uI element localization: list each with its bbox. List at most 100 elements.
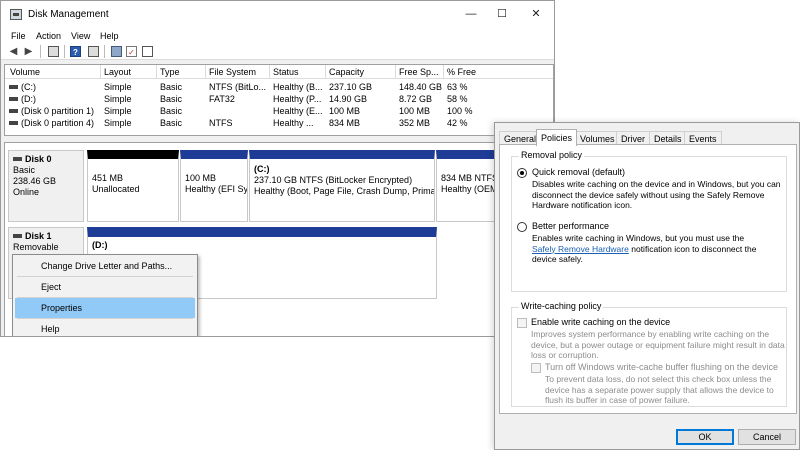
close-icon[interactable]: ✕ [528, 7, 544, 21]
partition-status: Healthy (EFI Sy [185, 184, 248, 194]
partition-oem[interactable]: 834 MB NTFS Healthy (OEM [436, 150, 498, 222]
volume-name: (Disk 0 partition 1) [9, 106, 94, 116]
partition-size: 237.10 GB NTFS (BitLocker Encrypted) [254, 175, 413, 185]
title-bar[interactable]: Disk Management — ☐ ✕ [1, 1, 554, 29]
column-divider[interactable] [205, 65, 206, 79]
partition-status: Healthy (OEM [441, 184, 498, 194]
volume-capacity: 100 MB [329, 106, 361, 116]
toolbar-divider [64, 45, 65, 58]
disk-0-status: Online [13, 187, 40, 197]
volume-free-space: 100 MB [399, 106, 431, 116]
column-type[interactable]: Type [160, 67, 180, 77]
volume-free-space: 8.72 GB [399, 94, 433, 104]
properties-icon[interactable] [88, 46, 99, 57]
disk-icon [13, 234, 22, 238]
column-divider[interactable] [100, 65, 101, 79]
partition-status: Healthy (Boot, Page File, Crash Dump, Pr… [254, 186, 435, 196]
minimize-icon[interactable]: — [463, 7, 479, 21]
table-row[interactable]: (D:) Simple Basic FAT32 Healthy (P... 14… [5, 93, 553, 105]
volume-layout: Simple [104, 106, 132, 116]
better-performance-radio[interactable] [517, 222, 527, 232]
menu-file[interactable]: File [11, 29, 26, 43]
quick-removal-label[interactable]: Quick removal (default) [532, 167, 625, 177]
partition-unallocated[interactable]: 451 MB Unallocated [87, 150, 179, 222]
tab-policies[interactable]: Policies [536, 129, 578, 146]
toolbar-divider [104, 45, 105, 58]
help-icon[interactable]: ? [70, 46, 81, 57]
removal-policy-title: Removal policy [519, 150, 585, 160]
column-volume[interactable]: Volume [10, 67, 40, 77]
checklist-icon[interactable]: ✓ [126, 46, 137, 57]
table-row[interactable]: (Disk 0 partition 4) Simple Basic NTFS H… [5, 117, 553, 129]
turn-off-buffer-flushing-description: To prevent data loss, do not select this… [545, 374, 774, 406]
toolbar-divider [40, 45, 41, 58]
volume-file-system: FAT32 [209, 94, 235, 104]
column-percent-free[interactable]: % Free [447, 67, 476, 77]
tab-driver[interactable]: Driver [616, 131, 650, 145]
enable-write-caching-label[interactable]: Enable write caching on the device [531, 317, 670, 327]
tab-volumes[interactable]: Volumes [575, 131, 620, 145]
partition-efi[interactable]: 100 MB Healthy (EFI Sy [180, 150, 248, 222]
disk-0-label[interactable]: Disk 0 Basic 238.46 GB Online [8, 150, 84, 222]
column-divider[interactable] [325, 65, 326, 79]
column-capacity[interactable]: Capacity [329, 67, 364, 77]
menu-action[interactable]: Action [36, 29, 61, 43]
volume-percent-free: 100 % [447, 106, 473, 116]
column-divider[interactable] [156, 65, 157, 79]
write-caching-group: Write-caching policy Enable write cachin… [511, 301, 787, 407]
disk-management-window: Disk Management — ☐ ✕ File Action View H… [0, 0, 555, 337]
column-free-space[interactable]: Free Sp... [399, 67, 439, 77]
disk-1-name: Disk 1 [25, 231, 52, 241]
maximize-icon[interactable]: ☐ [494, 7, 510, 21]
tab-details[interactable]: Details [649, 131, 687, 145]
disk-0-size: 238.46 GB [13, 176, 57, 186]
tab-events[interactable]: Events [684, 131, 722, 145]
volume-layout: Simple [104, 118, 132, 128]
menu-help[interactable]: Help [100, 29, 119, 43]
enable-write-caching-checkbox[interactable] [517, 318, 527, 328]
menu-item-change-drive-letter[interactable]: Change Drive Letter and Paths... [15, 256, 195, 276]
volume-type: Basic [160, 82, 183, 92]
better-performance-label[interactable]: Better performance [532, 221, 609, 231]
menu-item-help[interactable]: Help [15, 319, 195, 336]
cancel-button[interactable]: Cancel [738, 429, 796, 445]
column-divider[interactable] [269, 65, 270, 79]
forward-arrow-icon[interactable]: ▶ [23, 46, 34, 57]
column-file-system[interactable]: File System [209, 67, 256, 77]
turn-off-buffer-flushing-checkbox[interactable] [531, 363, 541, 373]
quick-removal-radio[interactable] [517, 168, 527, 178]
toolbar: ◀ ▶ ? ✓ [1, 43, 554, 60]
volume-file-system: NTFS (BitLo... [209, 82, 267, 92]
connect-icon[interactable] [111, 46, 122, 57]
volume-list[interactable]: Volume Layout Type File System Status Ca… [4, 64, 554, 136]
menu-view[interactable]: View [71, 29, 90, 43]
turn-off-buffer-flushing-label[interactable]: Turn off Windows write-cache buffer flus… [545, 362, 778, 372]
table-row[interactable]: (C:) Simple Basic NTFS (BitLo... Healthy… [5, 81, 553, 93]
volume-status: Healthy ... [273, 118, 314, 128]
write-caching-title: Write-caching policy [519, 301, 604, 311]
menu-item-eject[interactable]: Eject [15, 277, 195, 297]
column-divider[interactable] [443, 65, 444, 79]
column-status[interactable]: Status [273, 67, 299, 77]
volume-status: Healthy (E... [273, 106, 323, 116]
column-layout[interactable]: Layout [104, 67, 131, 77]
table-row[interactable]: (Disk 0 partition 1) Simple Basic Health… [5, 105, 553, 117]
partition-size: 834 MB NTFS [441, 173, 498, 183]
volume-layout: Simple [104, 94, 132, 104]
volume-free-space: 352 MB [399, 118, 431, 128]
partition-title: (C:) [254, 164, 270, 174]
safely-remove-hardware-link[interactable]: Safely Remove Hardware [532, 244, 629, 254]
drive-icon [9, 85, 18, 89]
volume-type: Basic [160, 106, 183, 116]
ok-button[interactable]: OK [676, 429, 734, 445]
disk-view-icon[interactable] [142, 46, 153, 57]
tab-general[interactable]: General [499, 131, 542, 145]
disk-icon [13, 157, 22, 161]
console-tree-icon[interactable] [48, 46, 59, 57]
back-arrow-icon[interactable]: ◀ [8, 46, 19, 57]
disk-management-app-icon [10, 9, 22, 20]
column-divider[interactable] [395, 65, 396, 79]
menu-item-properties[interactable]: Properties [15, 298, 195, 318]
partition-c[interactable]: (C:) 237.10 GB NTFS (BitLocker Encrypted… [249, 150, 435, 222]
disk-0-type: Basic [13, 165, 36, 175]
